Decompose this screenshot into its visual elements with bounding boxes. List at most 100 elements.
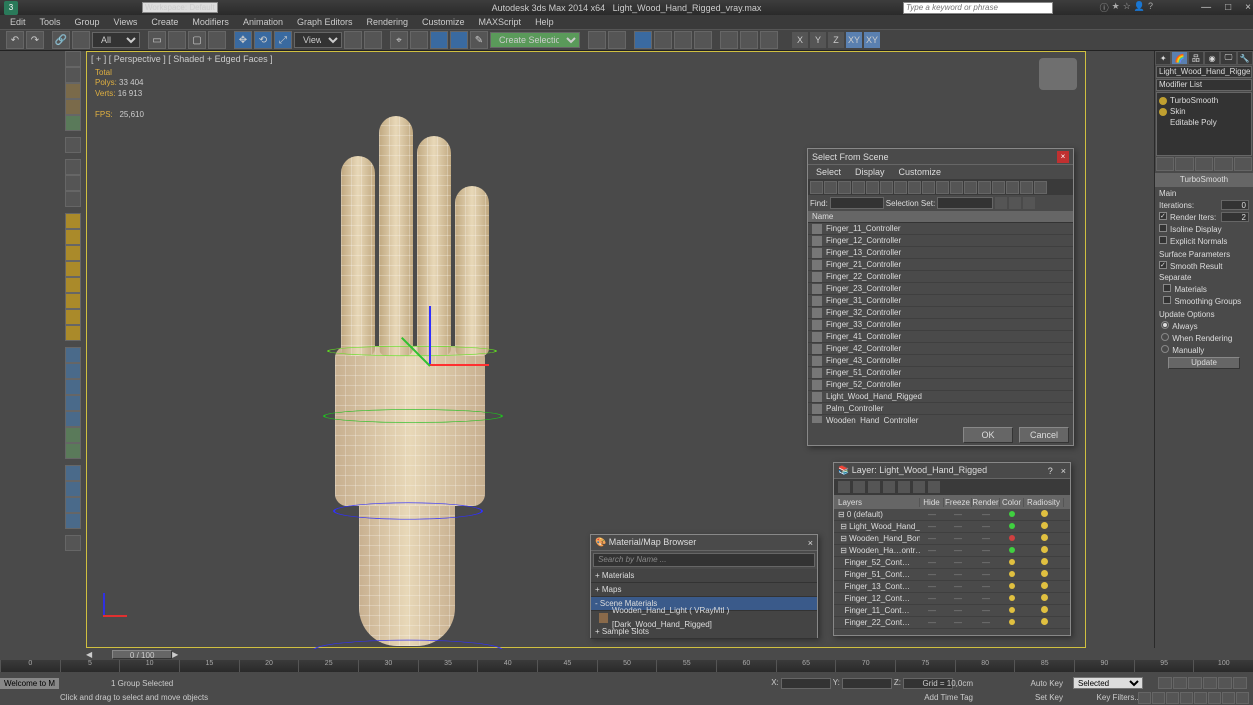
ok-button[interactable]: OK [963,427,1013,443]
tab-select[interactable]: Select [816,167,841,177]
workspace-selector[interactable]: Workspace: Default [142,2,218,13]
addtime-button[interactable]: Add Time Tag [924,693,973,702]
col-render[interactable]: Render [972,498,1000,507]
filter-icon[interactable] [810,181,823,194]
layer-row[interactable]: Finger_52_Cont…——— [834,557,1070,569]
list-item[interactable]: Palm_Controller [808,403,1073,415]
render-iters-checkbox[interactable] [1159,212,1167,220]
list-item[interactable]: Finger_43_Controller [808,355,1073,367]
close-button[interactable]: × [1245,2,1251,13]
minimize-button[interactable]: — [1201,2,1211,13]
tool-icon[interactable] [65,411,81,427]
object-name-field[interactable]: Light_Wood_Hand_Rigge [1156,66,1252,78]
new-layer-button[interactable] [838,481,850,493]
col-freeze[interactable]: Freeze [944,498,972,507]
add-to-layer-button[interactable] [868,481,880,493]
zoom-all-button[interactable] [1152,692,1165,704]
viewport-label[interactable]: [ + ] [ Perspective ] [ Shaded + Edged F… [91,54,273,64]
manipulate-button[interactable] [364,31,382,49]
menu-views[interactable]: Views [114,17,138,27]
select-name-button[interactable] [168,31,186,49]
close-icon[interactable]: × [1057,151,1069,163]
filter-icon[interactable] [922,181,935,194]
list-item[interactable]: Finger_51_Controller [808,367,1073,379]
help-icon[interactable]: ? [1148,1,1153,14]
cancel-button[interactable]: Cancel [1019,427,1069,443]
layer-row[interactable]: Finger_13_Cont…——— [834,581,1070,593]
unlink-button[interactable] [72,31,90,49]
tool-icon[interactable] [65,99,81,115]
list-item[interactable]: Finger_11_Controller [808,223,1073,235]
align-button[interactable] [608,31,626,49]
constraint-xy2[interactable]: XY [864,32,880,48]
select-region-button[interactable]: ▢ [188,31,206,49]
col-hide[interactable]: Hide [920,498,944,507]
filter-icon[interactable] [852,181,865,194]
list-item[interactable]: Finger_12_Controller [808,235,1073,247]
filter-icon[interactable] [950,181,963,194]
tool-icon[interactable] [65,261,81,277]
list-item[interactable]: Finger_21_Controller [808,259,1073,271]
select-layer-button[interactable] [883,481,895,493]
list-item[interactable]: Finger_31_Controller [808,295,1073,307]
redo-button[interactable]: ↷ [26,31,44,49]
filter-icon[interactable] [908,181,921,194]
menu-tools[interactable]: Tools [40,17,61,27]
ref-coord-system[interactable]: View [294,32,342,48]
close-icon[interactable]: × [808,538,813,548]
menu-grapheditors[interactable]: Graph Editors [297,17,353,27]
list-item[interactable]: Finger_13_Controller [808,247,1073,259]
filter-icon[interactable] [936,181,949,194]
tool-icon[interactable] [65,513,81,529]
filter-icon[interactable] [978,181,991,194]
setkey-button[interactable]: Set Key [1035,693,1063,702]
rotate-button[interactable]: ⟲ [254,31,272,49]
menu-customize[interactable]: Customize [422,17,465,27]
category-maps[interactable]: + Maps [591,583,817,597]
col-radiosity[interactable]: Radiosity [1024,498,1064,507]
selection-filter[interactable]: All [92,32,140,48]
list-item[interactable]: Finger_32_Controller [808,307,1073,319]
isoline-checkbox[interactable] [1159,224,1167,232]
info-icon[interactable]: ⓘ [1100,1,1109,14]
link-button[interactable]: 🔗 [52,31,70,49]
list-item[interactable]: Finger_52_Controller [808,379,1073,391]
menu-help[interactable]: Help [535,17,554,27]
rollout-turbosmooth[interactable]: TurboSmooth [1155,173,1253,187]
maximize-viewport-button[interactable] [1236,692,1249,704]
layer-row[interactable]: Finger_51_Cont…——— [834,569,1070,581]
update-button[interactable]: Update [1168,357,1240,369]
layer-rows[interactable]: ⊟ 0 (default)——— ⊟ Light_Wood_Hand_…——— … [834,509,1070,629]
filter-icon[interactable] [1034,181,1047,194]
snap-button[interactable]: ⌖ [390,31,408,49]
maximize-button[interactable]: □ [1225,2,1231,13]
star-icon[interactable]: ★ [1112,1,1120,14]
layer-row[interactable]: Finger_11_Cont…——— [834,605,1070,617]
tool-icon[interactable] [65,83,81,99]
close-icon[interactable]: × [1061,466,1066,476]
zoom-extents-all-button[interactable] [1180,692,1193,704]
layers-button[interactable] [634,31,652,49]
move-button[interactable]: ✥ [234,31,252,49]
list-item[interactable]: Finger_22_Controller [808,271,1073,283]
list-item[interactable]: Finger_41_Controller [808,331,1073,343]
constraint-x[interactable]: X [792,32,808,48]
filter-icon[interactable] [894,181,907,194]
menu-modifiers[interactable]: Modifiers [192,17,229,27]
viewcube-icon[interactable] [1039,58,1077,90]
filter-icon[interactable] [824,181,837,194]
render-button[interactable] [760,31,778,49]
materials-checkbox[interactable] [1163,284,1171,292]
tab-display[interactable]: Display [855,167,885,177]
tool-icon[interactable] [65,115,81,131]
signin-icon[interactable]: 👤 [1134,1,1145,14]
tool-icon[interactable] [65,465,81,481]
tool-icon[interactable] [65,137,81,153]
filter-icon[interactable] [964,181,977,194]
help-icon[interactable]: ? [1048,466,1053,476]
show-end-result-button[interactable] [1175,157,1193,171]
delete-layer-button[interactable] [853,481,865,493]
y-coord-input[interactable] [842,678,892,689]
smoothing-groups-checkbox[interactable] [1163,296,1171,304]
remove-mod-button[interactable] [1214,157,1232,171]
